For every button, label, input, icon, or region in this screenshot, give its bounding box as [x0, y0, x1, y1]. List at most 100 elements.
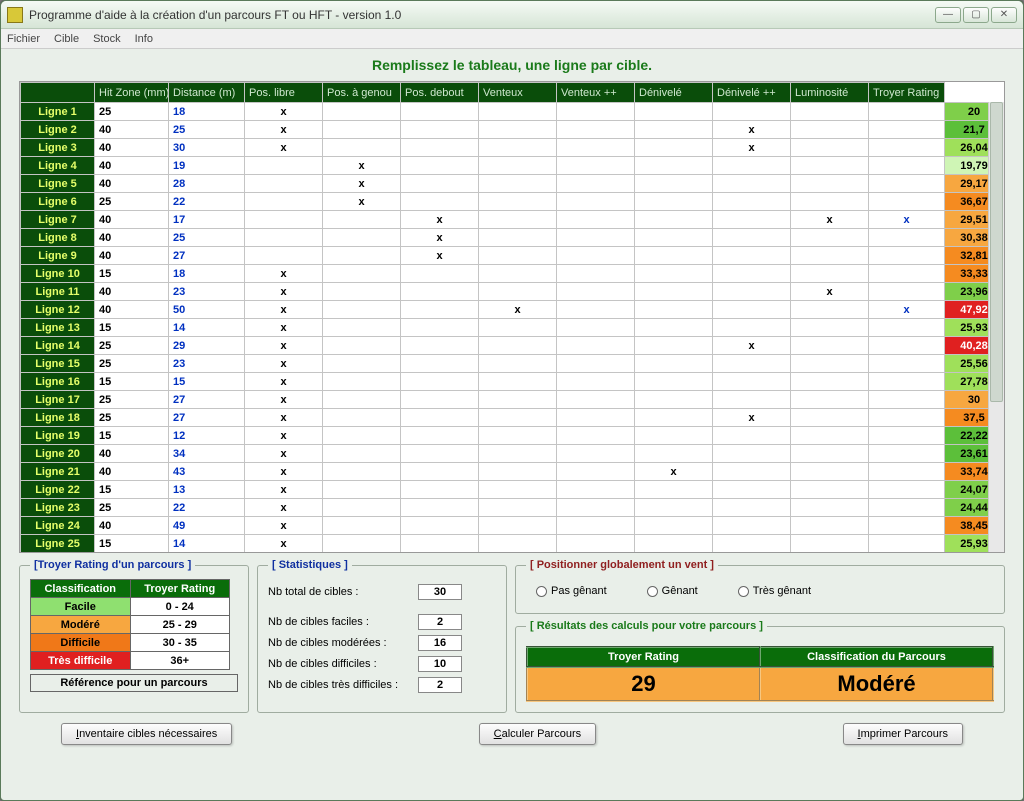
cell-mark[interactable] [713, 481, 791, 499]
cell-hitzone[interactable]: 40 [95, 301, 169, 319]
cell-distance[interactable]: 23 [169, 355, 245, 373]
cell-mark[interactable] [713, 247, 791, 265]
cell-hitzone[interactable]: 40 [95, 175, 169, 193]
cell-mark[interactable] [635, 301, 713, 319]
cell-mark[interactable] [557, 193, 635, 211]
cell-mark[interactable] [245, 175, 323, 193]
cell-mark[interactable] [401, 319, 479, 337]
cell-hitzone[interactable]: 40 [95, 121, 169, 139]
cell-mark[interactable] [479, 535, 557, 553]
table-row[interactable]: Ligne 101518x33,33 [21, 265, 1004, 283]
cell-hitzone[interactable]: 40 [95, 211, 169, 229]
cell-hitzone[interactable]: 15 [95, 373, 169, 391]
cell-mark[interactable] [479, 175, 557, 193]
radio-icon[interactable] [536, 586, 547, 597]
cell-distance[interactable]: 25 [169, 121, 245, 139]
cell-mark[interactable] [557, 499, 635, 517]
cell-mark[interactable]: x [245, 355, 323, 373]
cell-hitzone[interactable]: 25 [95, 337, 169, 355]
cell-distance[interactable]: 49 [169, 517, 245, 535]
cell-mark[interactable] [323, 337, 401, 355]
cell-mark[interactable] [791, 265, 869, 283]
cell-distance[interactable]: 22 [169, 193, 245, 211]
cell-mark[interactable]: x [713, 139, 791, 157]
cell-hitzone[interactable]: 25 [95, 193, 169, 211]
cell-mark[interactable] [479, 229, 557, 247]
cell-mark[interactable] [479, 139, 557, 157]
cell-mark[interactable] [323, 121, 401, 139]
cell-mark[interactable] [635, 121, 713, 139]
cell-mark[interactable] [713, 499, 791, 517]
cell-distance[interactable]: 17 [169, 211, 245, 229]
cell-mark[interactable]: x [245, 481, 323, 499]
table-row[interactable]: Ligne 142529xx40,28 [21, 337, 1004, 355]
table-row[interactable]: Ligne 251514x25,93 [21, 535, 1004, 553]
cell-mark[interactable] [557, 103, 635, 121]
cell-mark[interactable] [479, 427, 557, 445]
cell-mark[interactable] [401, 139, 479, 157]
table-row[interactable]: Ligne 44019x19,79 [21, 157, 1004, 175]
close-button[interactable]: ✕ [991, 7, 1017, 23]
cell-mark[interactable] [791, 391, 869, 409]
cell-mark[interactable] [401, 355, 479, 373]
cell-hitzone[interactable]: 25 [95, 409, 169, 427]
cell-mark[interactable]: x [245, 283, 323, 301]
cell-mark[interactable] [635, 319, 713, 337]
cell-mark[interactable] [713, 301, 791, 319]
cell-mark[interactable] [323, 283, 401, 301]
cell-mark[interactable] [557, 481, 635, 499]
cell-mark[interactable]: x [323, 193, 401, 211]
cell-mark[interactable] [791, 463, 869, 481]
menu-cible[interactable]: Cible [54, 33, 79, 45]
table-row[interactable]: Ligne 182527xx37,5 [21, 409, 1004, 427]
scrollbar-thumb[interactable] [990, 102, 1003, 402]
cell-mark[interactable] [869, 157, 945, 175]
cell-mark[interactable] [713, 463, 791, 481]
cell-mark[interactable]: x [245, 373, 323, 391]
cell-mark[interactable] [323, 211, 401, 229]
table-row[interactable]: Ligne 204034x23,61 [21, 445, 1004, 463]
cell-mark[interactable] [713, 193, 791, 211]
cell-mark[interactable] [635, 409, 713, 427]
cell-mark[interactable] [479, 373, 557, 391]
cell-mark[interactable]: x [245, 535, 323, 553]
cell-mark[interactable] [401, 535, 479, 553]
cell-mark[interactable] [869, 499, 945, 517]
cell-mark[interactable] [869, 229, 945, 247]
cell-mark[interactable] [713, 355, 791, 373]
cell-mark[interactable] [401, 103, 479, 121]
cell-mark[interactable] [869, 247, 945, 265]
cell-mark[interactable] [635, 517, 713, 535]
cell-mark[interactable] [401, 373, 479, 391]
cell-mark[interactable] [401, 283, 479, 301]
cell-mark[interactable]: x [245, 103, 323, 121]
cell-mark[interactable] [869, 535, 945, 553]
cell-hitzone[interactable]: 40 [95, 229, 169, 247]
cell-mark[interactable] [245, 211, 323, 229]
cell-mark[interactable] [791, 157, 869, 175]
cell-mark[interactable]: x [245, 265, 323, 283]
cell-hitzone[interactable]: 40 [95, 139, 169, 157]
cell-distance[interactable]: 18 [169, 103, 245, 121]
cell-distance[interactable]: 19 [169, 157, 245, 175]
cell-mark[interactable]: x [401, 211, 479, 229]
cell-mark[interactable] [713, 373, 791, 391]
cell-mark[interactable] [635, 157, 713, 175]
wind-option[interactable]: Pas gênant [536, 585, 607, 597]
table-row[interactable]: Ligne 152523x25,56 [21, 355, 1004, 373]
cell-mark[interactable] [323, 463, 401, 481]
cell-mark[interactable]: x [479, 301, 557, 319]
calculate-button[interactable]: Calculer Parcours [479, 723, 596, 745]
cell-mark[interactable] [323, 535, 401, 553]
cell-mark[interactable] [791, 517, 869, 535]
cell-mark[interactable]: x [245, 301, 323, 319]
cell-mark[interactable] [323, 517, 401, 535]
cell-mark[interactable] [557, 517, 635, 535]
cell-mark[interactable] [479, 517, 557, 535]
cell-distance[interactable]: 18 [169, 265, 245, 283]
print-button[interactable]: Imprimer Parcours [843, 723, 963, 745]
cell-distance[interactable]: 34 [169, 445, 245, 463]
cell-mark[interactable] [635, 355, 713, 373]
cell-mark[interactable] [401, 175, 479, 193]
cell-mark[interactable] [323, 139, 401, 157]
